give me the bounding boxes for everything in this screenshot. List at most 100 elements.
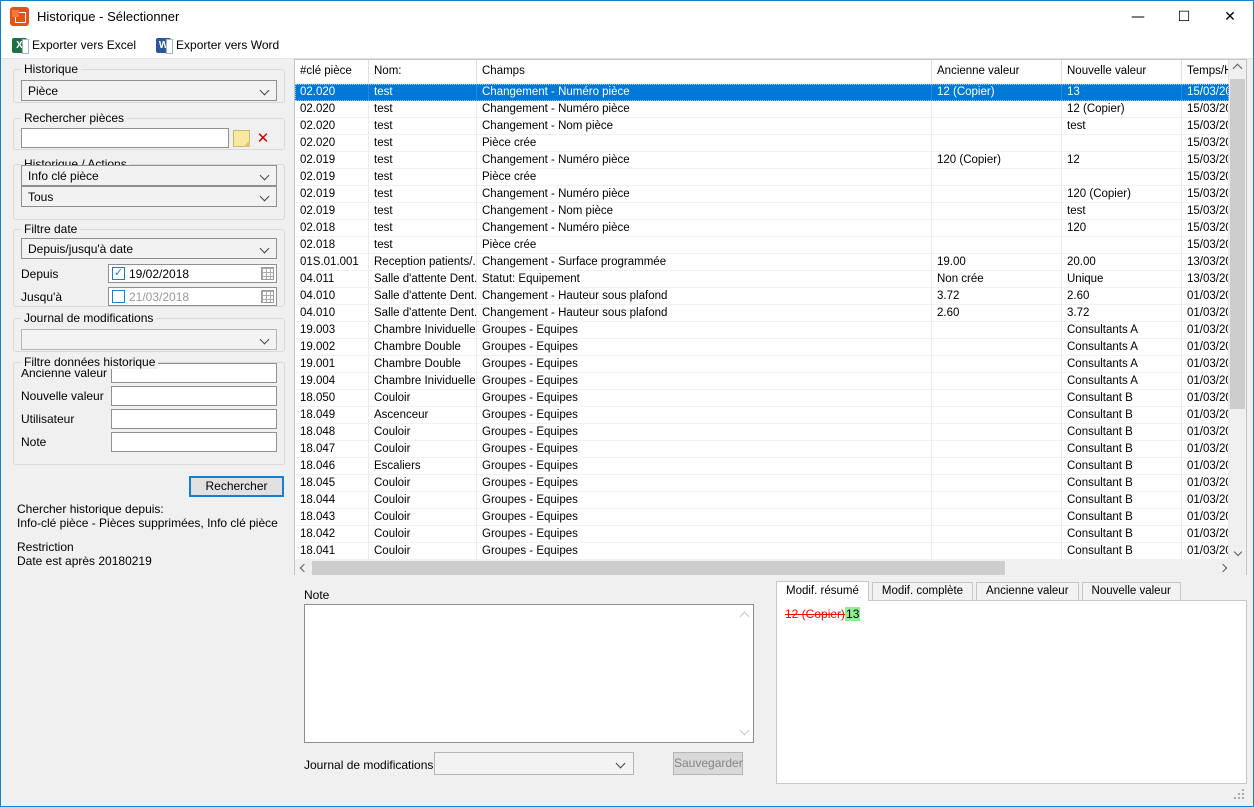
table-row[interactable]: 19.004Chambre InividuelleGroupes - Equip… [295, 373, 1229, 390]
table-row[interactable]: 19.001Chambre DoubleGroupes - EquipesCon… [295, 356, 1229, 373]
table-cell: 01/03/20 [1182, 441, 1229, 458]
calendar-icon[interactable] [261, 267, 274, 280]
table-cell: 2.60 [932, 305, 1062, 322]
scrollbar-corner [1229, 560, 1246, 576]
table-row[interactable]: 02.019testPièce crée15/03/20 [295, 169, 1229, 186]
table-cell: 120 (Copier) [932, 152, 1062, 169]
table-row[interactable]: 04.010Salle d'attente Dent...Changement … [295, 288, 1229, 305]
textarea-scroll-up-icon[interactable] [740, 612, 750, 622]
scroll-left-button[interactable] [295, 560, 312, 576]
horizontal-scroll-thumb[interactable] [312, 561, 1005, 575]
journal-bottom-select[interactable] [434, 752, 634, 775]
column-header[interactable]: #clé pièce [295, 60, 369, 84]
table-cell: 01/03/20 [1182, 288, 1229, 305]
table-row[interactable]: 18.049AscenceurGroupes - EquipesConsulta… [295, 407, 1229, 424]
pick-piece-icon[interactable] [233, 130, 250, 147]
column-header[interactable]: Nouvelle valeur [1062, 60, 1182, 84]
table-row[interactable]: 18.042CouloirGroupes - EquipesConsultant… [295, 526, 1229, 543]
jusqua-checkbox[interactable] [112, 290, 125, 303]
column-header[interactable]: Champs [477, 60, 932, 84]
column-header[interactable]: Temps/H [1182, 60, 1229, 84]
journal-select[interactable] [21, 329, 277, 350]
table-row[interactable]: 02.020testChangement - Numéro pièce12 (C… [295, 101, 1229, 118]
column-header[interactable]: Ancienne valeur [932, 60, 1062, 84]
close-button[interactable]: ✕ [1207, 1, 1253, 32]
table-row[interactable]: 02.018testChangement - Numéro pièce12015… [295, 220, 1229, 237]
note-textarea[interactable] [304, 604, 754, 743]
vertical-scroll-thumb[interactable] [1230, 79, 1245, 409]
resize-grip[interactable] [1242, 797, 1244, 799]
table-row[interactable]: 18.043CouloirGroupes - EquipesConsultant… [295, 509, 1229, 526]
scroll-up-button[interactable] [1229, 60, 1246, 77]
table-cell: 15/03/20 [1182, 152, 1229, 169]
chevron-down-icon [260, 192, 270, 202]
date-mode-select[interactable]: Depuis/jusqu'à date [21, 238, 277, 259]
table-row[interactable]: 02.018testPièce crée15/03/20 [295, 237, 1229, 254]
export-excel-button[interactable]: X Exporter vers Excel [9, 34, 139, 56]
table-row[interactable]: 04.011Salle d'attente Dent...Statut: Equ… [295, 271, 1229, 288]
tab-ancienne-valeur[interactable]: Ancienne valeur [976, 582, 1078, 601]
minimize-button[interactable]: — [1115, 1, 1161, 32]
action-type-select[interactable]: Info clé pièce [21, 165, 277, 186]
tab-nouvelle-valeur[interactable]: Nouvelle valeur [1082, 582, 1181, 601]
depuis-checkbox[interactable]: ✓ [112, 267, 125, 280]
horizontal-scrollbar[interactable] [295, 560, 1231, 576]
table-cell: Groupes - Equipes [477, 424, 932, 441]
depuis-date-field[interactable]: ✓ 19/02/2018 [108, 264, 277, 283]
rechercher-button[interactable]: Rechercher [189, 476, 284, 497]
table-row[interactable]: 18.050CouloirGroupes - EquipesConsultant… [295, 390, 1229, 407]
table-row[interactable]: 19.003Chambre InividuelleGroupes - Equip… [295, 322, 1229, 339]
maximize-button[interactable]: ☐ [1161, 1, 1207, 32]
table-row[interactable]: 02.020testChangement - Nom piècetest15/0… [295, 118, 1229, 135]
table-cell: Consultant B [1062, 492, 1182, 509]
export-word-button[interactable]: W Exporter vers Word [153, 34, 282, 56]
scroll-down-button[interactable] [1229, 543, 1246, 560]
table-row[interactable]: 18.046EscaliersGroupes - EquipesConsulta… [295, 458, 1229, 475]
table-row[interactable]: 18.045CouloirGroupes - EquipesConsultant… [295, 475, 1229, 492]
table-cell: 18.047 [295, 441, 369, 458]
table-row[interactable]: 19.002Chambre DoubleGroupes - EquipesCon… [295, 339, 1229, 356]
table-cell: 04.010 [295, 288, 369, 305]
sauvegarder-button[interactable]: Sauvegarder [673, 752, 743, 775]
journal-bottom-label: Journal de modifications [304, 758, 433, 772]
tab-modif-complete[interactable]: Modif. complète [872, 582, 973, 601]
history-table: #clé pièceNom:ChampsAncienne valeurNouve… [294, 59, 1247, 575]
table-cell: 01/03/20 [1182, 305, 1229, 322]
tab-modif-resume[interactable]: Modif. résumé [776, 581, 869, 601]
table-row[interactable]: 02.019testChangement - Numéro pièce120 (… [295, 186, 1229, 203]
table-cell: Couloir [369, 475, 477, 492]
action-scope-select[interactable]: Tous [21, 186, 277, 207]
modification-summary-panel: 12 (Copier)13 [776, 600, 1247, 784]
table-cell: Consultant B [1062, 441, 1182, 458]
column-header[interactable]: Nom: [369, 60, 477, 84]
nouvelle-valeur-input[interactable] [111, 386, 277, 406]
table-cell: Groupes - Equipes [477, 492, 932, 509]
jusqua-date-field[interactable]: 21/03/2018 [108, 287, 277, 306]
table-cell: 01S.01.001 [295, 254, 369, 271]
rechercher-pieces-input[interactable] [21, 128, 229, 148]
table-row[interactable]: 01S.01.001Reception patients/...Changeme… [295, 254, 1229, 271]
table-row[interactable]: 04.010Salle d'attente Dent...Changement … [295, 305, 1229, 322]
utilisateur-input[interactable] [111, 409, 277, 429]
table-cell: Couloir [369, 390, 477, 407]
vertical-scrollbar[interactable] [1229, 60, 1246, 560]
table-row[interactable]: 18.044CouloirGroupes - EquipesConsultant… [295, 492, 1229, 509]
table-row[interactable]: 02.020testPièce crée15/03/20 [295, 135, 1229, 152]
table-cell [932, 339, 1062, 356]
textarea-scroll-down-icon[interactable] [740, 726, 750, 736]
table-row[interactable]: 18.048CouloirGroupes - EquipesConsultant… [295, 424, 1229, 441]
table-row[interactable]: 02.020testChangement - Numéro pièce12 (C… [295, 84, 1229, 101]
historique-type-select[interactable]: Pièce [21, 80, 277, 101]
table-cell: Salle d'attente Dent... [369, 271, 477, 288]
clear-search-icon[interactable]: ✕ [254, 130, 272, 147]
table-row[interactable]: 02.019testChangement - Numéro pièce120 (… [295, 152, 1229, 169]
table-row[interactable]: 18.047CouloirGroupes - EquipesConsultant… [295, 441, 1229, 458]
calendar-icon[interactable] [261, 290, 274, 303]
table-cell: Groupes - Equipes [477, 526, 932, 543]
table-cell: 15/03/20 [1182, 203, 1229, 220]
table-cell: 19.003 [295, 322, 369, 339]
table-row[interactable]: 02.019testChangement - Nom piècetest15/0… [295, 203, 1229, 220]
table-cell: Consultant B [1062, 407, 1182, 424]
note-filter-input[interactable] [111, 432, 277, 452]
table-row[interactable]: 18.041CouloirGroupes - EquipesConsultant… [295, 543, 1229, 560]
